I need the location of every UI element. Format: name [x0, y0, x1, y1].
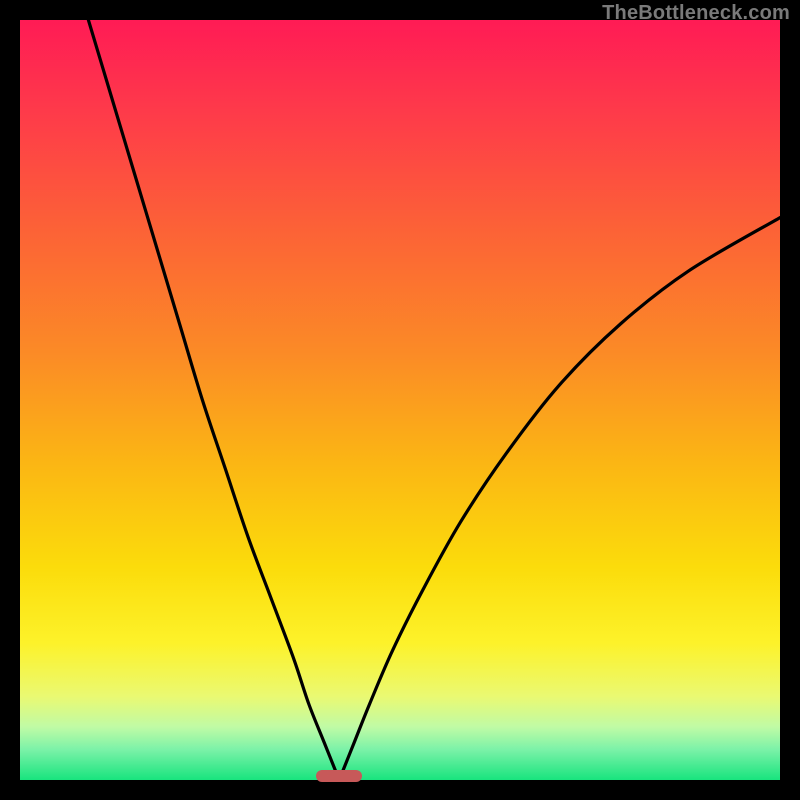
minimum-marker — [316, 770, 362, 782]
curves-svg — [20, 20, 780, 780]
plot-area — [20, 20, 780, 780]
chart-frame: TheBottleneck.com — [0, 0, 800, 800]
right-curve — [339, 218, 780, 780]
left-curve — [88, 20, 339, 780]
